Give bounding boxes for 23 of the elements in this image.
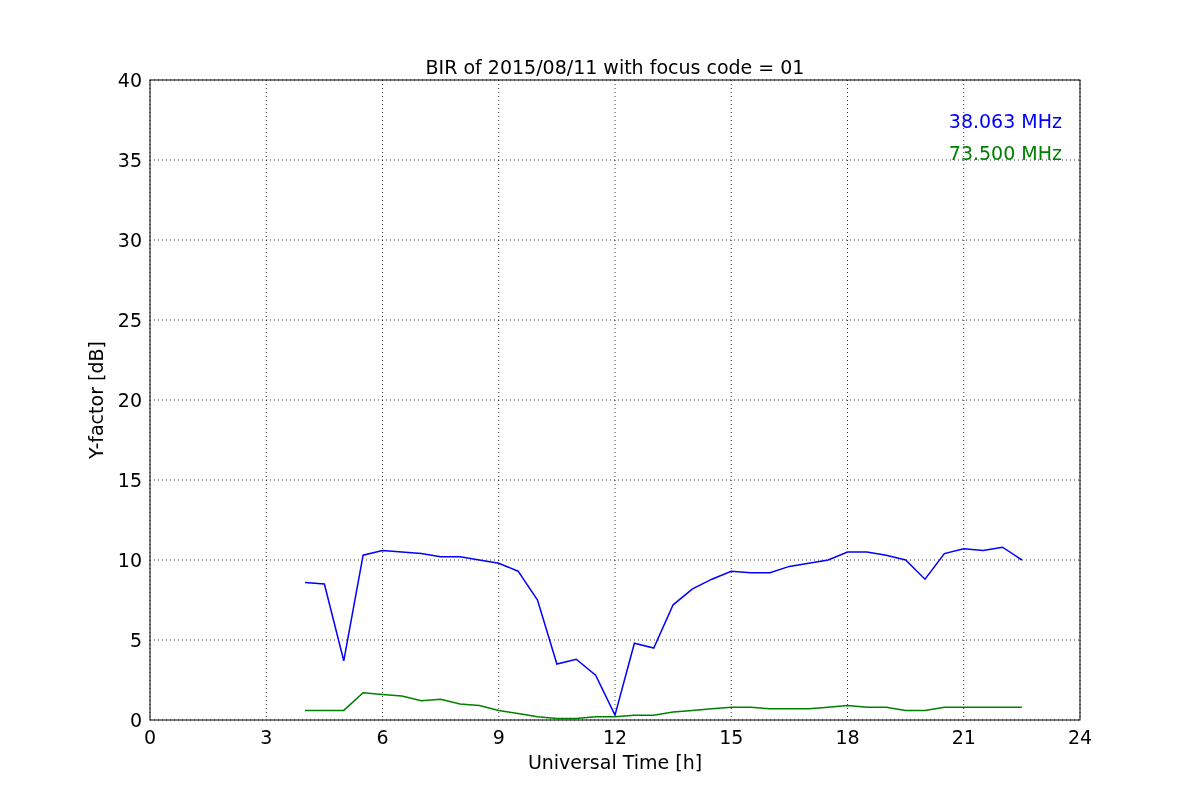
chart-title: BIR of 2015/08/11 with focus code = 01: [425, 56, 805, 78]
legend-label: 73.500 MHz: [948, 142, 1062, 164]
y-axis-label: Y-factor [dB]: [85, 341, 107, 459]
y-tick-label: 0: [129, 709, 142, 731]
x-tick-label: 21: [951, 726, 976, 748]
y-tick-label: 20: [117, 389, 142, 411]
x-tick-label: 15: [719, 726, 744, 748]
x-tick-label: 24: [1067, 726, 1093, 748]
y-tick-label: 25: [117, 309, 142, 331]
x-tick-label: 12: [602, 726, 628, 748]
y-tick-label: 5: [129, 629, 142, 651]
y-tick-label: 10: [117, 549, 142, 571]
x-tick-label: 3: [260, 726, 273, 748]
y-tick-label: 40: [117, 69, 142, 91]
x-tick-label: 0: [143, 726, 157, 748]
x-tick-label: 18: [835, 726, 860, 748]
x-tick-label: 9: [492, 726, 505, 748]
y-tick-label: 30: [117, 229, 142, 251]
y-tick-label: 15: [117, 469, 142, 491]
legend-label: 38.063 MHz: [948, 110, 1062, 132]
x-tick-label: 6: [376, 726, 389, 748]
x-axis-label: Universal Time [h]: [527, 751, 703, 773]
y-tick-label: 35: [117, 149, 142, 171]
